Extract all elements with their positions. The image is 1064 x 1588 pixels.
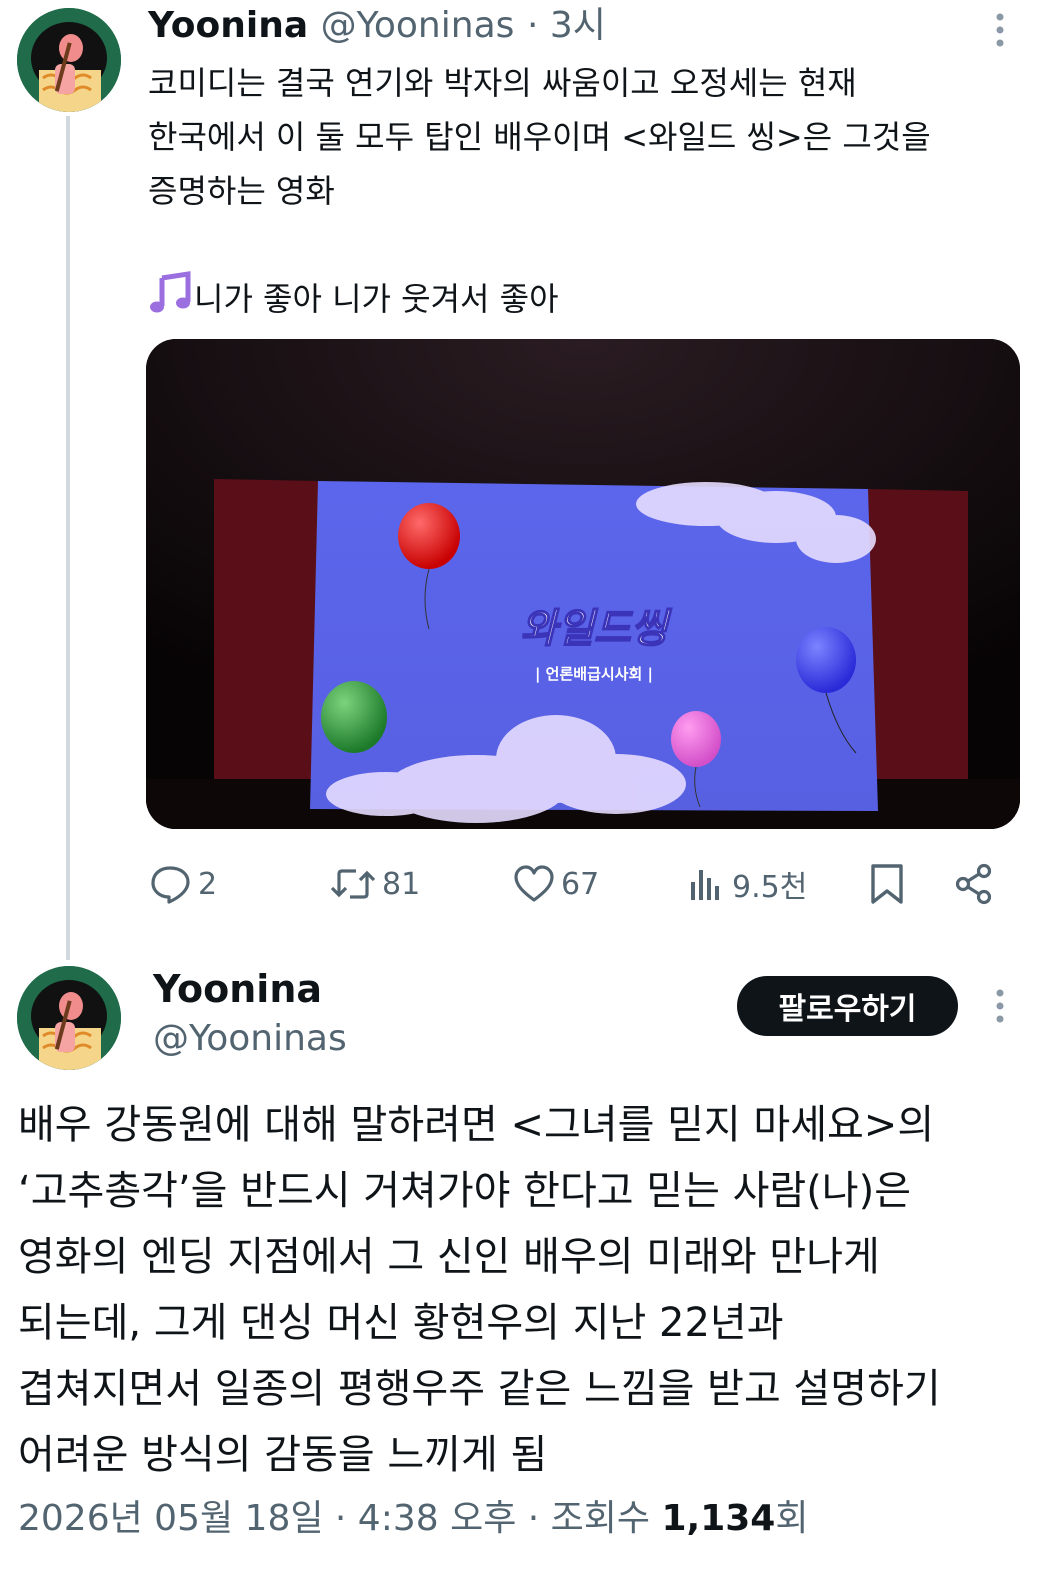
handle[interactable]: @Yooninas xyxy=(321,5,515,46)
avatar[interactable] xyxy=(17,966,121,1070)
like-count: 67 xyxy=(561,866,600,902)
reply-icon xyxy=(151,866,190,904)
avatar-illustration xyxy=(17,8,121,112)
share-button[interactable] xyxy=(954,862,994,906)
image-title: 와일드씽 xyxy=(520,606,672,652)
retweet-icon xyxy=(330,869,376,899)
image-subtitle: | 언론배급시사회 | xyxy=(535,665,653,684)
avatar[interactable] xyxy=(17,8,121,112)
heart-icon xyxy=(514,865,554,902)
more-options-icon[interactable] xyxy=(990,12,1010,49)
tweet-meta: 2026년 05월 18일 · 4:38 오후 · 조회수 1,134회 xyxy=(18,1496,808,1542)
like-button[interactable]: 67 xyxy=(513,862,599,906)
post-date-time[interactable]: 2026년 05월 18일 · 4:38 오후 · 조회수 xyxy=(18,1498,661,1539)
music-line: 니가 좋아 니가 웃겨서 좋아 xyxy=(148,270,559,330)
bookmark-button[interactable] xyxy=(868,862,906,906)
tweet-header: Yoonina @Yooninas · 3시 xyxy=(148,4,606,48)
bookmark-icon xyxy=(871,864,903,904)
view-count: 1,134 xyxy=(661,1498,776,1539)
follow-button[interactable]: 팔로우하기 xyxy=(737,976,958,1036)
retweet-count: 81 xyxy=(382,866,421,902)
cinema-screen-illustration: 와일드씽 | 언론배급시사회 | xyxy=(146,339,1020,829)
view-unit: 회 xyxy=(775,1498,809,1539)
reply-count: 2 xyxy=(198,866,218,902)
music-line-text: 니가 좋아 니가 웃겨서 좋아 xyxy=(194,280,559,318)
share-icon xyxy=(955,863,992,905)
reply-button[interactable]: 2 xyxy=(150,862,217,906)
display-name[interactable]: Yoonina xyxy=(153,966,322,1012)
tweet-text: 배우 강동원에 대해 말하려면 <그녀를 믿지 마세요>의 ‘고추총각’을 반드… xyxy=(18,1102,941,1478)
display-name[interactable]: Yoonina xyxy=(148,5,308,46)
timestamp[interactable]: · 3시 xyxy=(527,5,606,46)
tweet-image[interactable]: 와일드씽 | 언론배급시사회 | xyxy=(146,339,1020,829)
thread-connector-line xyxy=(66,116,70,960)
tweet-text: 코미디는 결국 연기와 박자의 싸움이고 오정세는 현재 한국에서 이 둘 모두… xyxy=(148,64,931,210)
avatar-illustration xyxy=(17,966,121,1070)
views-button[interactable]: 9.5천 xyxy=(688,862,807,906)
music-note-icon xyxy=(148,270,194,330)
retweet-button[interactable]: 81 xyxy=(330,862,420,906)
more-options-icon[interactable] xyxy=(990,988,1010,1025)
view-count: 9.5천 xyxy=(732,870,808,905)
views-chart-icon xyxy=(691,870,719,900)
handle[interactable]: @Yooninas xyxy=(153,1016,347,1062)
